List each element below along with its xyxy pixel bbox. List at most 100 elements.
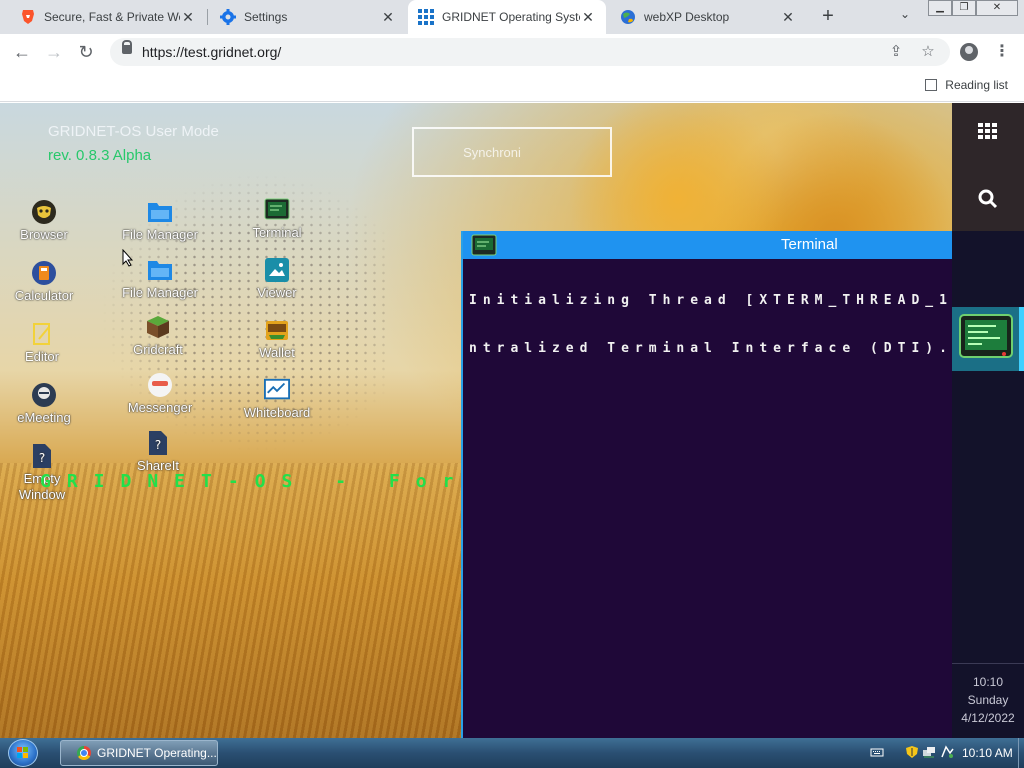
desktop-icon-gridcraft[interactable]: Gridcraft (110, 314, 206, 358)
apps-grid-icon[interactable] (978, 123, 998, 139)
close-tab-icon[interactable]: ✕ (780, 9, 796, 25)
wheat-field-background (0, 463, 470, 738)
taskbar-chrome-button[interactable]: GRIDNET Operating... (60, 740, 218, 766)
desktop-icon-emeeting[interactable]: eMeeting (0, 382, 92, 426)
icon-label: File Manager (122, 285, 198, 300)
desktop-icon-calculator[interactable]: Calculator (0, 260, 92, 304)
close-tab-icon[interactable]: ✕ (380, 9, 396, 25)
desktop-icon-browser[interactable]: Browser (0, 199, 92, 243)
bookmark-star-icon[interactable]: ☆ (918, 42, 938, 62)
icon-label: Calculator (14, 288, 74, 303)
chrome-icon (77, 746, 91, 760)
tab-title: GRIDNET Operating System (442, 10, 580, 24)
profile-avatar[interactable] (957, 40, 981, 64)
new-tab-button[interactable]: + (816, 5, 840, 29)
desktop-icon-wallet[interactable]: Wallet (229, 317, 325, 361)
empty-window-icon: ? (29, 443, 55, 469)
url-text[interactable]: https://test.gridnet.org/ (142, 44, 281, 60)
volume-flag-icon[interactable] (940, 745, 954, 759)
icon-label: Browser (20, 227, 68, 242)
minimize-button[interactable]: ▁ (928, 0, 952, 16)
wallet-icon (264, 317, 290, 343)
active-indicator (1019, 307, 1024, 371)
browser-mask-icon (31, 199, 57, 225)
share-icon[interactable]: ⇪ (886, 42, 906, 62)
tab-gridnet[interactable]: GRIDNET Operating System ✕ (408, 0, 606, 34)
windows-taskbar: GRIDNET Operating... 10:10 AM (0, 738, 1024, 768)
webxp-globe-icon (620, 9, 636, 25)
running-app-terminal[interactable] (952, 307, 1024, 371)
taskbar-button-label: GRIDNET Operating... (97, 746, 217, 760)
bookmarks-bar: Reading list (0, 70, 1024, 102)
keyboard-tray-icon[interactable] (870, 745, 884, 759)
forward-arrow-icon[interactable]: → (42, 40, 66, 64)
mouse-cursor-icon (122, 249, 134, 267)
desktop-icon-messenger[interactable]: Messenger (112, 372, 208, 416)
terminal-window[interactable]: Terminal Initializing Thread [XTERM_THRE… (461, 231, 952, 738)
synchronizing-box: Synchroni (412, 127, 612, 177)
terminal-title: Terminal (781, 236, 838, 253)
tab-search-chevron-icon[interactable]: ⌄ (896, 7, 914, 25)
more-menu-icon[interactable]: ⋮ (990, 40, 1014, 64)
terminal-icon (959, 314, 1013, 358)
reading-list-icon (925, 79, 938, 91)
desktop-icon-whiteboard[interactable]: Whiteboard (229, 377, 325, 421)
close-tab-icon[interactable]: ✕ (180, 9, 196, 25)
icon-label: Wallet (259, 345, 295, 360)
icon-label: Editor (25, 349, 59, 364)
restore-button[interactable]: ❐ (952, 0, 976, 16)
file-manager-icon (147, 199, 173, 225)
desktop-icon-viewer[interactable]: Viewer (229, 257, 325, 301)
icon-label: File Manager (122, 227, 198, 242)
clock-time: 10:10 (972, 675, 1004, 689)
search-icon[interactable] (978, 189, 998, 209)
taskbar-clock[interactable]: 10:10 AM (962, 746, 1013, 760)
os-mode-title: GRIDNET-OS User Mode (48, 123, 219, 140)
clock-date: 4/12/2022 (961, 711, 1015, 725)
terminal-line: ntralized Terminal Interface (DTI).. (469, 341, 952, 356)
browser-tab-strip: Secure, Fast & Private Web B ✕ Settings … (0, 0, 1024, 34)
security-shield-icon[interactable] (905, 745, 919, 759)
reading-list-button[interactable]: Reading list (925, 78, 1008, 92)
calculator-icon (31, 260, 57, 286)
file-manager-icon (147, 257, 173, 283)
back-arrow-icon[interactable]: ← (10, 40, 34, 64)
reload-icon[interactable]: ↻ (74, 40, 98, 64)
desktop-icon-file-manager[interactable]: File Manager (112, 199, 208, 243)
close-tab-icon[interactable]: ✕ (580, 9, 596, 25)
icon-label: Viewer (257, 285, 297, 300)
shareit-icon: ? (145, 430, 171, 456)
settings-gear-icon (220, 9, 236, 25)
show-desktop-button[interactable] (1018, 738, 1024, 768)
address-bar[interactable]: https://test.gridnet.org/ ⇪ ☆ (110, 38, 950, 66)
icon-label: Terminal (252, 225, 302, 240)
messenger-icon (147, 372, 173, 398)
whiteboard-icon (264, 377, 290, 403)
desktop-icon-terminal[interactable]: Terminal (229, 197, 325, 241)
tab-brave[interactable]: Secure, Fast & Private Web B ✕ (0, 0, 206, 34)
icon-label: Whiteboard (243, 405, 311, 420)
side-panel: 10:10 Sunday 4/12/2022 (952, 103, 1024, 738)
reading-list-label: Reading list (945, 78, 1008, 92)
terminal-titlebar[interactable]: Terminal (463, 231, 952, 259)
tab-title: Settings (244, 10, 288, 24)
tab-settings[interactable]: Settings ✕ (200, 0, 406, 34)
tab-title: Secure, Fast & Private Web B (44, 10, 180, 24)
lock-icon[interactable] (122, 40, 132, 54)
terminal-output[interactable]: Initializing Thread [XTERM_THREAD_1001] … (469, 261, 952, 389)
start-button[interactable] (8, 739, 38, 767)
desktop-icon-shareit[interactable]: ? ShareIt (110, 430, 206, 474)
tab-webxp[interactable]: webXP Desktop ✕ (600, 0, 806, 34)
gridnet-icon (418, 9, 434, 25)
editor-icon (29, 321, 55, 347)
gridnet-desktop: GRIDNET-OS User Mode rev. 0.8.3 Alpha Sy… (0, 103, 1024, 738)
network-tray-icon[interactable] (922, 745, 936, 759)
terminal-line: Initializing Thread [XTERM_THREAD_1001] … (469, 293, 952, 308)
side-clock: 10:10 Sunday 4/12/2022 (952, 673, 1024, 727)
icon-label: Messenger (127, 400, 193, 415)
gridcraft-cube-icon (145, 314, 171, 340)
desktop-icon-editor[interactable]: Editor (0, 321, 90, 365)
icon-label: Gridcraft (133, 342, 183, 357)
window-close-button[interactable]: ✕ (976, 0, 1018, 16)
svg-text:?: ? (39, 451, 45, 465)
